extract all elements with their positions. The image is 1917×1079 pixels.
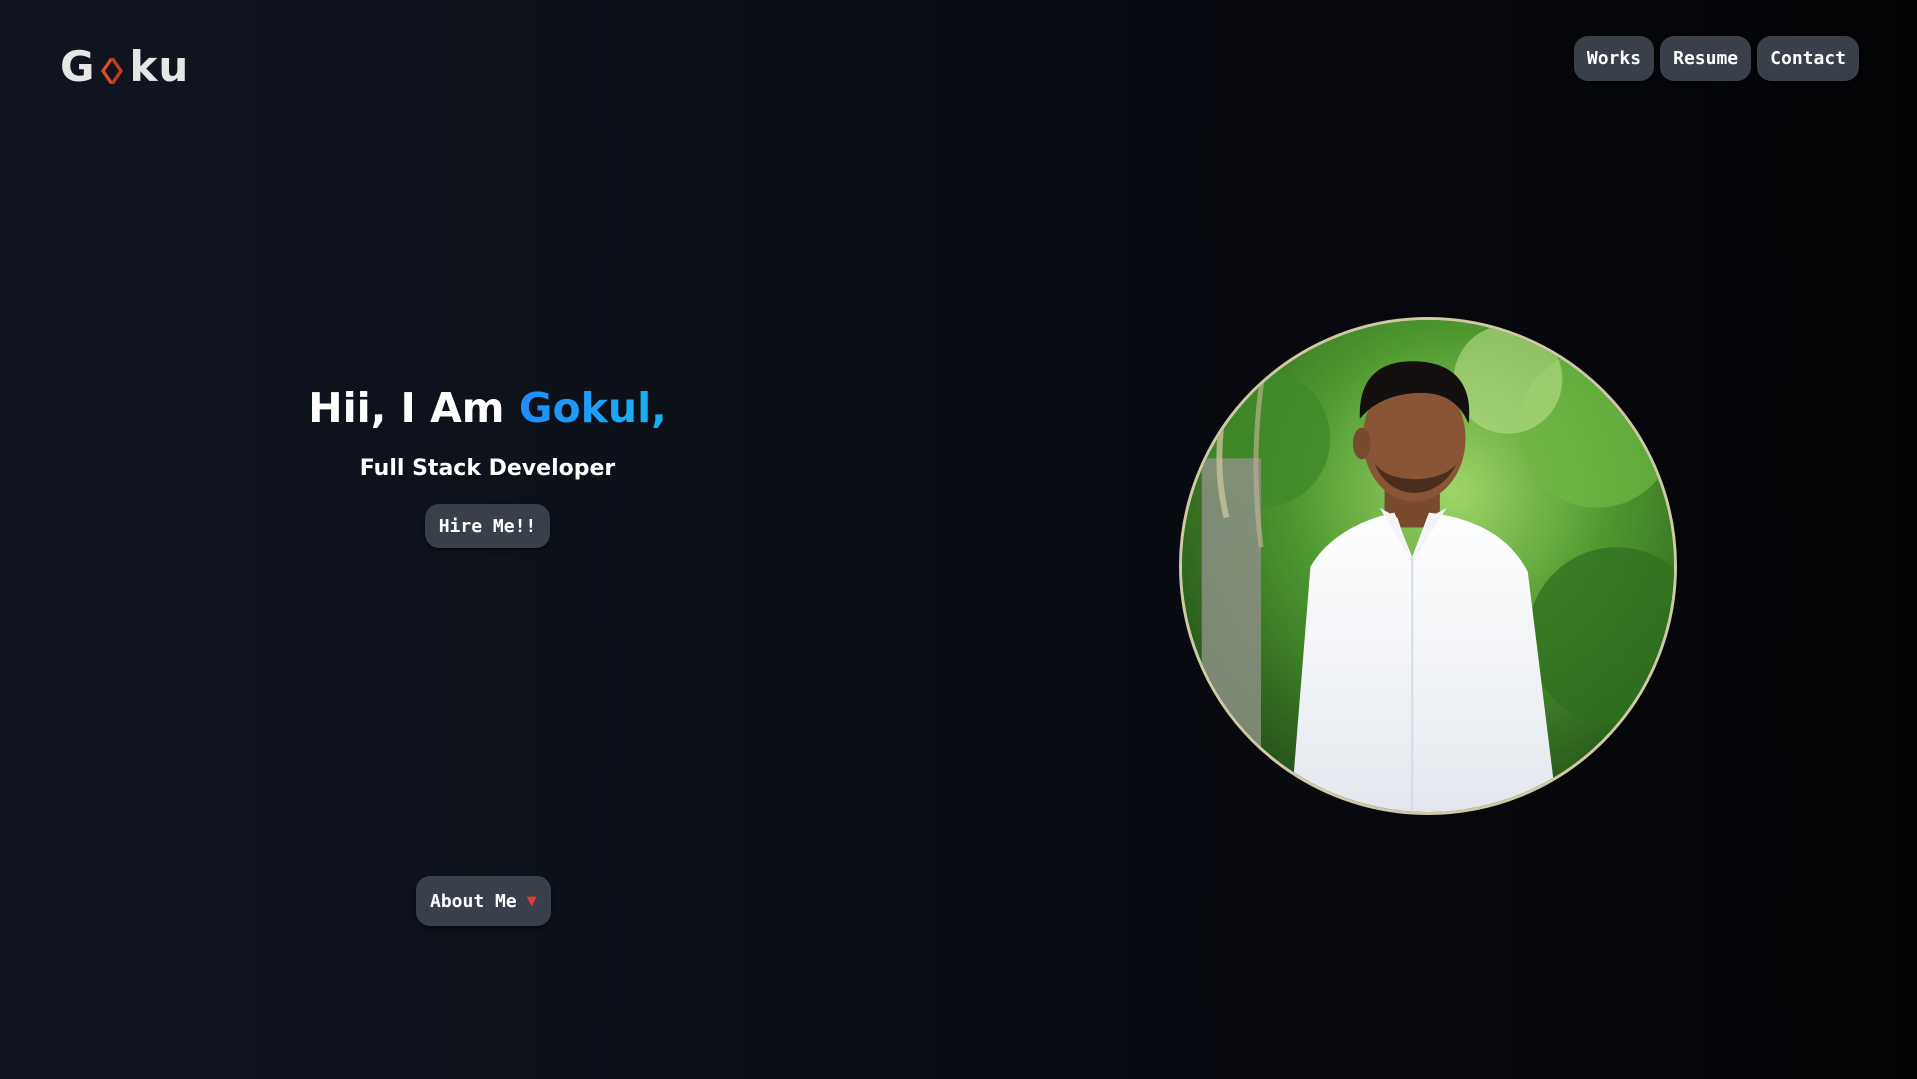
about-me-label: About Me [430,890,517,912]
hire-me-button[interactable]: Hire Me!! [424,504,551,548]
nav-resume-button[interactable]: Resume [1660,36,1752,81]
logo-text-start: G [60,41,96,91]
hero-headline: Hii, I Am Gokul, [308,380,666,436]
about-me-button[interactable]: About Me ▼ [416,876,551,926]
profile-photo [1179,317,1677,815]
site-logo[interactable]: G ku [60,40,189,92]
hero-role: Full Stack Developer [359,456,616,481]
hero-greeting: Hii, I Am [308,384,519,432]
caret-down-icon: ▼ [526,893,537,909]
nav-contact-button[interactable]: Contact [1757,36,1859,81]
code-brackets-icon [97,49,127,84]
main-nav: Works Resume Contact [1573,36,1859,81]
hero-name: Gokul, [518,384,667,432]
nav-works-button[interactable]: Works [1573,36,1655,81]
hero-section: Hii, I Am Gokul, Full Stack Developer Hi… [0,380,975,548]
profile-photo-icon [1182,320,1674,812]
logo-text-end: ku [129,41,190,91]
